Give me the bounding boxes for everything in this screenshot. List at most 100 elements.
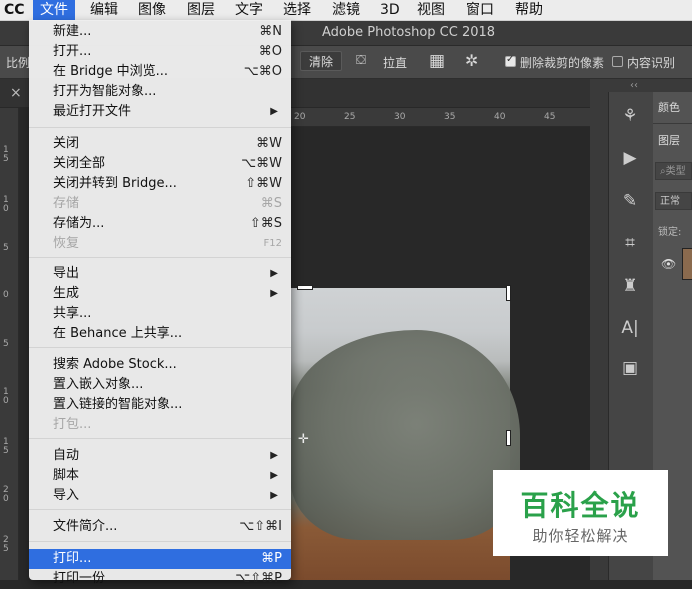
menu-item-label: 搜索 Adobe Stock...	[53, 357, 177, 372]
file-menu-item-5[interactable]: 关闭 ⌘W	[29, 134, 291, 154]
submenu-arrow-icon: ▶	[270, 288, 278, 299]
ruler-left-tick: 5	[3, 243, 9, 253]
menu-item-label: 打包...	[53, 417, 92, 432]
clear-button[interactable]: 清除	[300, 51, 343, 71]
submenu-arrow-icon: ▶	[270, 490, 278, 501]
menubar-item-9[interactable]: 视图	[410, 0, 452, 20]
play-action-icon[interactable]: ▶	[615, 145, 645, 171]
menu-item-shortcut: ⇧⌘W	[245, 176, 282, 191]
file-menu-item-9[interactable]: 存储为... ⇧⌘S	[29, 214, 291, 234]
close-icon[interactable]: ×	[10, 85, 22, 101]
menu-item-shortcut: ⌘W	[256, 136, 282, 151]
menu-separator	[29, 541, 291, 542]
ratio-label[interactable]: 比例	[6, 54, 30, 71]
menubar-item-0[interactable]: CC	[0, 0, 29, 20]
file-menu-item-8: 存储 ⌘S	[29, 194, 291, 214]
blend-mode-select[interactable]: 正常	[655, 192, 692, 210]
crop-handle-top-right[interactable]	[506, 285, 511, 301]
stamp-icon[interactable]: ♜	[615, 273, 645, 299]
layer-thumbnail[interactable]	[682, 248, 692, 280]
menu-item-label: 自动	[53, 448, 80, 463]
ruler-top-tick: 25	[344, 112, 356, 122]
tab-layers[interactable]: 图层	[658, 132, 680, 148]
file-menu-item-15[interactable]: 搜索 Adobe Stock...	[29, 355, 291, 375]
file-menu-item-0[interactable]: 新建... ⌘N	[29, 22, 291, 42]
app-title: Adobe Photoshop CC 2018	[322, 25, 496, 40]
menubar-item-7[interactable]: 滤镜	[325, 0, 367, 20]
watermark-logo: 百科全说 助你轻松解决	[493, 470, 668, 556]
ruler-left-tick: 1 0	[3, 195, 9, 214]
crop-tool-icon[interactable]: ⌗	[615, 230, 645, 256]
menu-item-label: 文件简介...	[53, 519, 118, 534]
menu-item-label: 新建...	[53, 24, 92, 39]
file-menu-item-12[interactable]: 生成 ▶	[29, 284, 291, 304]
file-menu-item-21[interactable]: 导入 ▶	[29, 486, 291, 506]
submenu-arrow-icon: ▶	[270, 450, 278, 461]
gear-icon[interactable]: ✲	[465, 51, 478, 70]
content-aware-checkbox[interactable]	[612, 56, 623, 67]
menubar-item-8[interactable]: 3D	[373, 0, 407, 20]
menu-item-label: 生成	[53, 286, 80, 301]
character-icon[interactable]: A|	[615, 315, 645, 341]
file-menu-item-13[interactable]: 共享...	[29, 304, 291, 324]
history-icon[interactable]: ⚘	[615, 103, 645, 129]
menu-item-shortcut: ⌘O	[258, 44, 282, 59]
brush-settings-icon[interactable]: ✎	[615, 188, 645, 214]
crop-handle-right[interactable]	[506, 430, 511, 446]
menubar-item-2[interactable]: 编辑	[83, 0, 125, 20]
eye-icon[interactable]: 👁	[661, 257, 676, 271]
ruler-left-tick: 5	[3, 339, 9, 349]
grid-overlay-icon[interactable]: ▦	[429, 51, 445, 71]
file-menu-item-6[interactable]: 关闭全部 ⌥⌘W	[29, 154, 291, 174]
ruler-top: 20 25 30 35 40 45	[290, 108, 590, 127]
menu-separator	[29, 127, 291, 128]
menubar-item-1[interactable]: 文件	[33, 0, 75, 20]
menu-item-label: 打印...	[53, 551, 92, 566]
file-menu-item-7[interactable]: 关闭并转到 Bridge... ⇧⌘W	[29, 174, 291, 194]
collapse-icon[interactable]: ‹‹	[630, 80, 638, 91]
file-menu-item-2[interactable]: 在 Bridge 中浏览... ⌥⌘O	[29, 62, 291, 82]
menu-item-label: 导入	[53, 488, 80, 503]
ruler-left: 1 5 1 0 5 0 5 1 0 1 5 2 0 2 5	[0, 108, 19, 580]
file-menu-item-24[interactable]: 打印一份 ⌥⇧⌘P	[29, 569, 291, 589]
file-menu-item-14[interactable]: 在 Behance 上共享...	[29, 324, 291, 344]
menu-item-shortcut: ⌥⌘W	[241, 156, 282, 171]
ruler-left-tick: 1 5	[3, 145, 9, 164]
file-menu-item-1[interactable]: 打开... ⌘O	[29, 42, 291, 62]
file-menu-item-19[interactable]: 自动 ▶	[29, 446, 291, 466]
menubar-item-5[interactable]: 文字	[228, 0, 270, 20]
tab-color[interactable]: 颜色	[658, 99, 680, 115]
straighten-label[interactable]: 拉直	[383, 54, 407, 71]
crop-handle-top[interactable]	[297, 285, 313, 290]
menu-item-label: 打印一份	[53, 571, 106, 586]
file-menu-item-3[interactable]: 打开为智能对象...	[29, 82, 291, 102]
3d-icon[interactable]: ▣	[615, 355, 645, 381]
file-menu-item-20[interactable]: 脚本 ▶	[29, 466, 291, 486]
file-menu-item-4[interactable]: 最近打开文件 ▶	[29, 102, 291, 122]
menubar-item-3[interactable]: 图像	[131, 0, 173, 20]
menubar-item-6[interactable]: 选择	[276, 0, 318, 20]
ruler-top-tick: 35	[444, 112, 456, 122]
file-menu-item-16[interactable]: 置入嵌入对象...	[29, 375, 291, 395]
file-menu-item-23[interactable]: 打印... ⌘P	[29, 549, 291, 569]
file-menu-item-11[interactable]: 导出 ▶	[29, 264, 291, 284]
menu-separator	[29, 257, 291, 258]
menu-item-label: 导出	[53, 266, 80, 281]
file-menu-item-17[interactable]: 置入链接的智能对象...	[29, 395, 291, 415]
delete-cropped-checkbox[interactable]	[505, 54, 516, 67]
delete-cropped-label[interactable]: 删除裁剪的像素	[520, 54, 604, 71]
file-menu-item-10: 恢复 F12	[29, 234, 291, 254]
menu-item-shortcut: ⌘P	[261, 551, 282, 566]
straighten-icon[interactable]: ⛋	[356, 53, 366, 68]
menubar-item-11[interactable]: 帮助	[508, 0, 550, 20]
layer-search-input[interactable]: ⌕类型	[655, 162, 692, 180]
file-menu-item-22[interactable]: 文件简介... ⌥⇧⌘I	[29, 517, 291, 537]
menubar-item-4[interactable]: 图层	[180, 0, 222, 20]
menu-item-label: 最近打开文件	[53, 104, 132, 119]
menu-item-label: 置入嵌入对象...	[53, 377, 144, 392]
menu-item-label: 在 Bridge 中浏览...	[53, 64, 169, 79]
content-aware-label[interactable]: 内容识别	[627, 54, 675, 71]
ruler-left-tick: 1 0	[3, 387, 9, 406]
menubar-item-10[interactable]: 窗口	[459, 0, 501, 20]
lock-label: 锁定:	[658, 227, 682, 238]
